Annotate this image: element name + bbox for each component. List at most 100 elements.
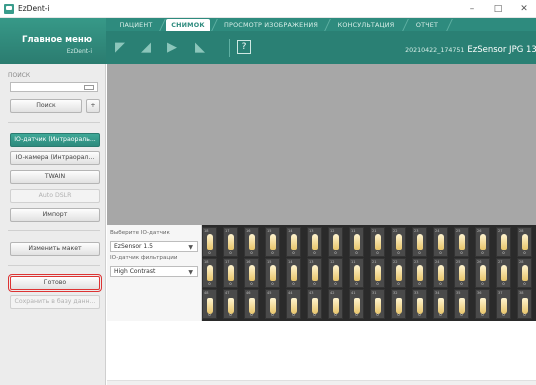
tool-4-icon[interactable]: ◣ [192,40,208,56]
io-camera-button[interactable]: IO-камера (Интраорал... [10,151,100,165]
tooth-cell[interactable]: 33 0 [412,289,427,319]
image-count: 0 [502,251,505,255]
tooth-cell[interactable]: 26 0 [475,227,490,257]
tooth-cell[interactable]: 34 0 [433,289,448,319]
tooth-cell[interactable]: 44 0 [286,289,301,319]
tool-2-icon[interactable]: ◢ [138,40,154,56]
tooth-cell[interactable]: 25 0 [454,227,469,257]
tooth-cell[interactable]: 27 0 [496,258,511,288]
tooth-cell[interactable]: 13 0 [307,227,322,257]
twain-button[interactable]: TWAIN [10,170,100,184]
tooth-cell[interactable]: 22 0 [391,258,406,288]
tooth-number: 17 [225,229,230,233]
tooth-cell[interactable]: 14 0 [286,227,301,257]
tooth-cell[interactable]: 41 0 [349,289,364,319]
minimize-button[interactable]: – [460,1,484,17]
tooth-cell[interactable]: 18 0 [202,258,217,288]
tooth-icon [480,298,486,314]
tab-image-view[interactable]: ПРОСМОТР ИЗОБРАЖЕНИЯ [218,19,324,31]
image-count: 0 [376,313,379,317]
tooth-cell[interactable]: 11 0 [349,227,364,257]
image-count: 0 [292,282,295,286]
tooth-cell[interactable]: 27 0 [496,227,511,257]
tooth-cell[interactable]: 17 0 [223,258,238,288]
tooth-cell[interactable]: 43 0 [307,289,322,319]
tooth-cell[interactable]: 13 0 [307,258,322,288]
sensor-select[interactable]: EzSensor 1.5 ▼ [110,241,198,252]
tooth-cell[interactable]: 47 0 [223,289,238,319]
tooth-cell[interactable]: 15 0 [265,258,280,288]
tooth-cell[interactable]: 28 0 [517,227,532,257]
help-button[interactable]: ? [237,40,251,54]
tooth-cell[interactable]: 15 0 [265,227,280,257]
maximize-button[interactable]: □ [486,1,510,17]
search-button[interactable]: Поиск [10,99,82,113]
tooth-cell[interactable]: 35 0 [454,289,469,319]
tooth-chart-grid: 18 0 17 0 16 0 15 0 14 0 13 0 12 0 11 0 21 0 22 0 23 0 24 0 25 0 2… [202,225,536,321]
tooth-cell[interactable]: 24 0 [433,258,448,288]
tooth-icon [354,265,360,281]
save-to-database-button[interactable]: Сохранить в базу данн... [10,295,100,309]
image-viewer[interactable] [107,64,536,225]
tab-separator [446,19,453,31]
tooth-cell[interactable]: 12 0 [328,258,343,288]
tooth-cell[interactable]: 46 0 [244,289,259,319]
tooth-cell[interactable]: 23 0 [412,227,427,257]
tooth-number: 14 [288,260,293,264]
tooth-icon [501,265,507,281]
tooth-cell[interactable]: 37 0 [496,289,511,319]
search-input[interactable] [10,82,98,92]
tool-1-icon[interactable]: ◤ [112,40,128,56]
tooth-cell[interactable]: 25 0 [454,258,469,288]
auto-dslr-button[interactable]: Auto DSLR [10,189,100,203]
tooth-icon [333,234,339,250]
tooth-cell[interactable]: 31 0 [370,289,385,319]
tooth-cell[interactable]: 16 0 [244,227,259,257]
main-menu-button[interactable]: Главное меню EzDent-i [0,18,106,64]
add-patient-button[interactable]: + [86,99,100,113]
tab-separator [211,19,218,31]
tooth-cell[interactable]: 28 0 [517,258,532,288]
tooth-cell[interactable]: 42 0 [328,289,343,319]
tooth-cell[interactable]: 16 0 [244,258,259,288]
done-button[interactable]: Готово [8,274,102,292]
tooth-number: 18 [204,260,209,264]
tooth-cell[interactable]: 38 0 [517,289,532,319]
tooth-cell[interactable]: 45 0 [265,289,280,319]
tool-3-icon[interactable]: ▶ [164,40,180,56]
tooth-icon [207,265,213,281]
tooth-icon [228,234,234,250]
tooth-cell[interactable]: 11 0 [349,258,364,288]
keyboard-icon[interactable] [84,85,94,90]
tab-separator [324,19,331,31]
image-count: 0 [376,282,379,286]
tooth-cell[interactable]: 48 0 [202,289,217,319]
image-count: 0 [208,313,211,317]
tooth-number: 44 [288,291,293,295]
search-label: ПОИСК [8,72,31,79]
tab-capture[interactable]: СНИМОК [166,19,210,31]
tooth-cell[interactable]: 21 0 [370,258,385,288]
tab-patient[interactable]: ПАЦИЕНТ [114,19,158,31]
close-button[interactable]: ✕ [512,1,536,17]
tooth-cell[interactable]: 17 0 [223,227,238,257]
tooth-icon [291,298,297,314]
filter-select[interactable]: High Contrast ▼ [110,266,198,277]
tooth-cell[interactable]: 36 0 [475,289,490,319]
tooth-cell[interactable]: 24 0 [433,227,448,257]
tab-consultation[interactable]: КОНСУЛЬТАЦИЯ [331,19,401,31]
import-button[interactable]: Импорт [10,208,100,222]
tab-report[interactable]: ОТЧЕТ [409,19,445,31]
tooth-cell[interactable]: 32 0 [391,289,406,319]
tooth-cell[interactable]: 22 0 [391,227,406,257]
tooth-cell[interactable]: 21 0 [370,227,385,257]
change-layout-button[interactable]: Изменить макет [10,242,100,256]
tooth-cell[interactable]: 26 0 [475,258,490,288]
tooth-cell[interactable]: 23 0 [412,258,427,288]
tooth-icon [354,234,360,250]
tooth-cell[interactable]: 18 0 [202,227,217,257]
tooth-cell[interactable]: 14 0 [286,258,301,288]
app-logo-icon [4,4,14,14]
io-sensor-button[interactable]: IO-датчик (Интраораль... [10,133,100,147]
tooth-cell[interactable]: 12 0 [328,227,343,257]
